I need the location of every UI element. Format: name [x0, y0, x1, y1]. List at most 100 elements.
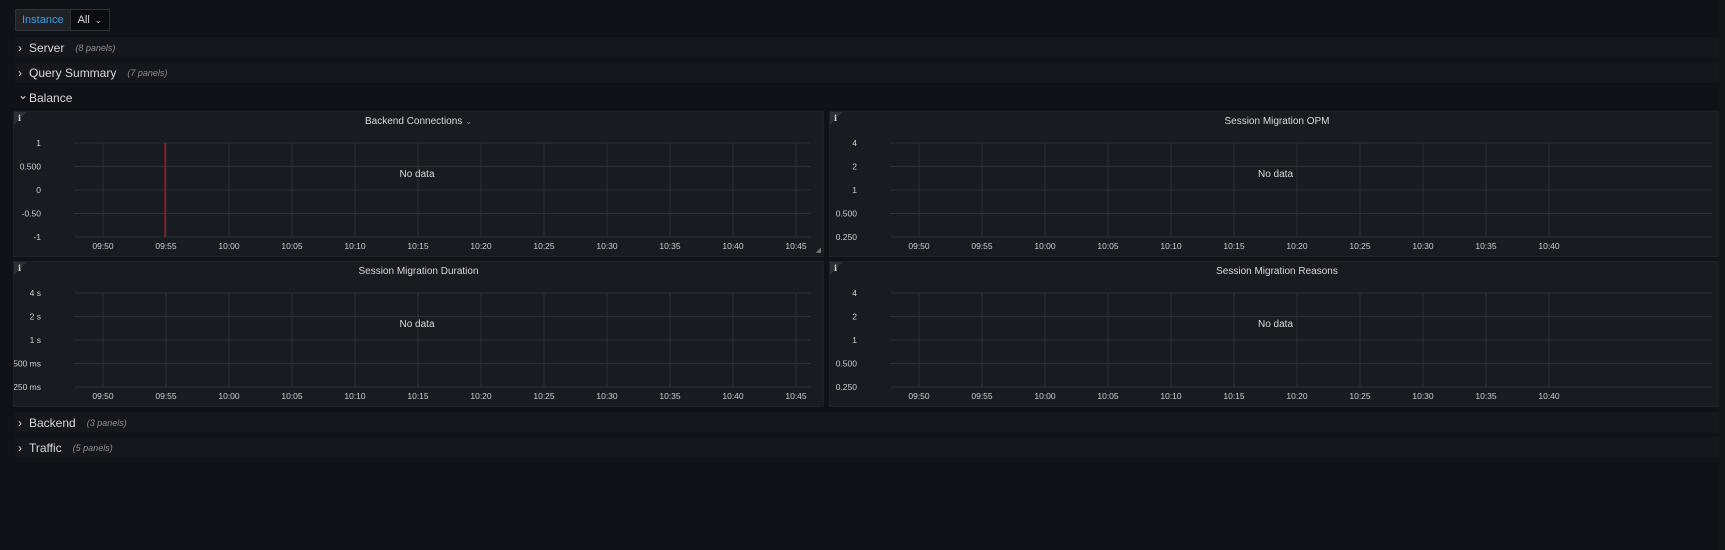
y-tick-label: 2 [852, 312, 857, 322]
y-tick-label: 4 s [30, 288, 41, 298]
instance-select[interactable]: All ⌄ [70, 9, 110, 31]
row-backend[interactable]: › Backend (3 panels) [15, 412, 1725, 433]
x-tick-label: 10:15 [1223, 241, 1245, 251]
chevron-down-icon: ⌄ [18, 87, 29, 102]
y-tick-label: 1 [852, 335, 857, 345]
x-tick-label: 10:45 [785, 241, 807, 251]
x-tick-label: 10:25 [1349, 391, 1371, 401]
y-tick-label: 0 [36, 185, 41, 195]
x-tick-label: 09:55 [971, 241, 993, 251]
y-tick-label: 1 [36, 138, 41, 148]
row-panel-count: (8 panels) [75, 42, 116, 53]
y-tick-label: 1 [852, 185, 857, 195]
x-tick-label: 10:00 [218, 241, 240, 251]
y-tick-label: 4 [852, 138, 857, 148]
x-tick-label: 10:00 [1034, 391, 1056, 401]
x-tick-label: 10:15 [407, 241, 429, 251]
x-tick-label: 10:40 [722, 391, 744, 401]
x-tick-label: 10:35 [659, 241, 681, 251]
row-panel-count: (3 panels) [86, 417, 127, 428]
row-title: Traffic [29, 440, 62, 455]
y-tick-label: 4 [852, 288, 857, 298]
x-tick-label: 10:25 [533, 391, 555, 401]
row-title: Query Summary [29, 65, 117, 80]
x-tick-label: 10:05 [281, 241, 303, 251]
x-tick-label: 09:50 [92, 241, 114, 251]
x-tick-label: 10:10 [344, 241, 366, 251]
x-tick-label: 10:40 [1538, 391, 1560, 401]
y-tick-label: 2 [852, 162, 857, 172]
panel-graph[interactable]: 4 s 2 s 1 s 500 ms 250 ms 09:50 09:55 10:00 10:0… [14, 262, 824, 407]
chevron-right-icon: › [18, 40, 22, 55]
chevron-down-icon: ⌄ [94, 16, 102, 25]
panel-session-migration-duration[interactable]: i Session Migration Duration 4 s2 s1 s 500 … [13, 261, 824, 407]
row-query-summary[interactable]: › Query Summary (7 panels) [15, 62, 1725, 83]
x-tick-label: 10:30 [1412, 391, 1434, 401]
no-data-message: No data [1258, 319, 1294, 330]
x-tick-label: 09:55 [155, 241, 177, 251]
y-tick-label: 0.250 [836, 382, 858, 392]
row-traffic[interactable]: › Traffic (5 panels) [15, 437, 1725, 458]
y-tick-label: -0.50 [22, 209, 42, 219]
x-tick-label: 10:25 [1349, 241, 1371, 251]
panel-session-migration-reasons[interactable]: i Session Migration Reasons 4 2 1 0.500 0.250 0… [829, 261, 1725, 407]
x-tick-label: 09:50 [92, 391, 114, 401]
x-tick-label: 10:40 [722, 241, 744, 251]
x-tick-label: 10:20 [1286, 241, 1308, 251]
row-server[interactable]: › Server (8 panels) [15, 37, 1725, 58]
chevron-right-icon: › [18, 415, 22, 430]
x-tick-label: 09:50 [908, 241, 930, 251]
y-tick-label: 1 s [30, 335, 41, 345]
scrollbar[interactable] [1719, 0, 1725, 550]
variable-label-instance: Instance [15, 9, 71, 31]
x-tick-label: 09:50 [908, 391, 930, 401]
x-tick-label: 10:20 [1286, 391, 1308, 401]
panel-session-migration-opm[interactable]: i Session Migration OPM 4 2 1 0.500 0.250 09:50… [829, 111, 1725, 257]
x-tick-label: 10:25 [533, 241, 555, 251]
x-tick-label: 09:55 [155, 391, 177, 401]
row-panel-count: (5 panels) [72, 442, 113, 453]
panel-graph[interactable]: 4 2 1 0.500 0.250 09:50 09:55 10:00 10:05 10:10 10… [830, 262, 1725, 407]
variable-bar: Instance All ⌄ [15, 9, 110, 31]
y-tick-label: 0.500 [836, 209, 858, 219]
panel-backend-connections[interactable]: i Backend Connections ⌄ 1 0.500 0 -0.50 -1 09:50… [13, 111, 824, 257]
x-tick-label: 10:05 [1097, 241, 1119, 251]
y-tick-label: 0.500 [836, 359, 858, 369]
y-tick-label: 500 ms [14, 359, 41, 369]
y-tick-label: 250 ms [14, 382, 41, 392]
y-tick-label: 2 s [30, 312, 41, 322]
row-title: Backend [29, 415, 76, 430]
x-tick-label: 10:00 [1034, 241, 1056, 251]
x-tick-label: 10:05 [1097, 391, 1119, 401]
resize-handle-icon[interactable]: ◢ [816, 246, 821, 254]
x-tick-label: 10:10 [1160, 241, 1182, 251]
x-tick-label: 10:35 [659, 391, 681, 401]
x-tick-label: 10:30 [596, 241, 618, 251]
no-data-message: No data [1258, 169, 1294, 180]
row-title: Server [29, 40, 65, 55]
y-tick-label: -1 [33, 232, 41, 242]
row-title: Balance [29, 90, 73, 105]
no-data-message: No data [399, 169, 435, 180]
panel-graph[interactable]: 4 2 1 0.500 0.250 09:50 09:55 10:00 10:05 10:10 10… [830, 112, 1725, 257]
x-tick-label: 10:20 [470, 241, 492, 251]
x-tick-label: 10:20 [470, 391, 492, 401]
x-tick-label: 10:15 [1223, 391, 1245, 401]
chevron-right-icon: › [18, 65, 22, 80]
x-tick-label: 10:40 [1538, 241, 1560, 251]
x-tick-label: 10:00 [218, 391, 240, 401]
x-tick-label: 10:35 [1475, 391, 1497, 401]
no-data-message: No data [399, 319, 435, 330]
x-tick-label: 10:05 [281, 391, 303, 401]
x-tick-label: 10:30 [596, 391, 618, 401]
x-tick-label: 10:35 [1475, 241, 1497, 251]
row-balance[interactable]: ⌄ Balance [15, 87, 1725, 108]
x-tick-label: 10:10 [1160, 391, 1182, 401]
x-tick-label: 10:45 [785, 391, 807, 401]
x-tick-label: 09:55 [971, 391, 993, 401]
y-tick-label: 0.500 [20, 162, 42, 172]
x-tick-label: 10:15 [407, 391, 429, 401]
instance-select-value: All [77, 14, 90, 26]
chevron-right-icon: › [18, 440, 22, 455]
panel-graph[interactable]: 1 0.500 0 -0.50 -1 09:50 09:55 10:00 10:05 10:10 1… [14, 112, 824, 257]
